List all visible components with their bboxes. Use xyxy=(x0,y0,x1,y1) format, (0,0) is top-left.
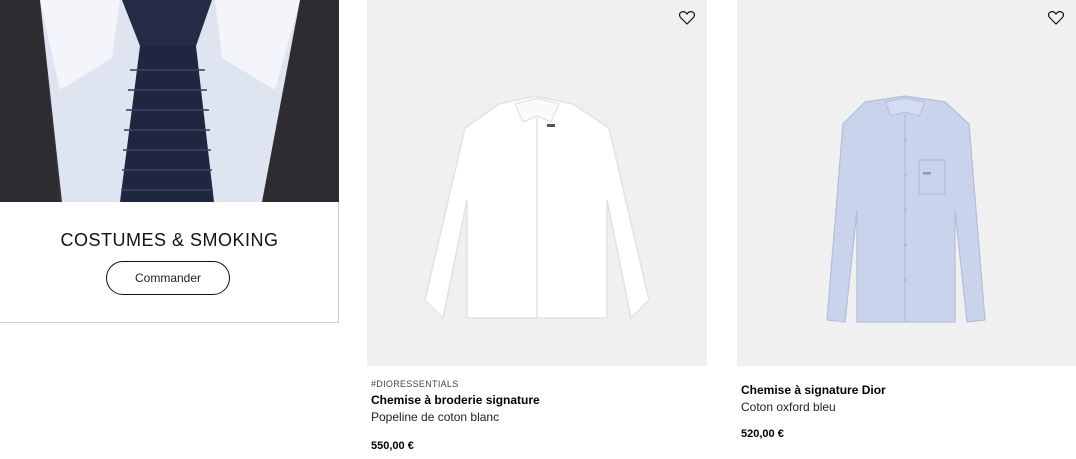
product-price: 550,00 € xyxy=(371,440,414,452)
promo-card: COSTUMES & SMOKING Commander xyxy=(0,0,339,323)
product-image[interactable] xyxy=(367,0,707,366)
product-info: Chemise à signature Dior Coton oxford bl… xyxy=(741,380,1071,440)
product-name[interactable]: Chemise à signature Dior xyxy=(741,382,1071,398)
product-description: Coton oxford bleu xyxy=(741,400,836,414)
product-card[interactable]: #DIORESSENTIALS Chemise à broderie signa… xyxy=(367,0,707,452)
order-button[interactable]: Commander xyxy=(106,261,230,295)
product-card[interactable]: Chemise à signature Dior Coton oxford bl… xyxy=(737,0,1076,440)
product-info: #DIORESSENTIALS Chemise à broderie signa… xyxy=(371,378,701,452)
promo-title: COSTUMES & SMOKING xyxy=(60,230,279,250)
heart-outline-icon xyxy=(679,11,695,25)
product-price: 520,00 € xyxy=(741,428,784,440)
favorite-button[interactable] xyxy=(677,8,697,28)
suit-tie-illustration xyxy=(0,0,339,202)
blue-shirt-image xyxy=(826,95,986,323)
product-tag: #DIORESSENTIALS xyxy=(371,379,459,389)
heart-outline-icon xyxy=(1048,11,1064,25)
product-description: Popeline de coton blanc xyxy=(371,410,500,424)
suit-tie-photo xyxy=(0,0,339,202)
product-image[interactable] xyxy=(737,0,1076,366)
favorite-button[interactable] xyxy=(1046,8,1066,28)
product-name[interactable]: Chemise à broderie signature xyxy=(371,392,701,408)
white-shirt-image xyxy=(424,95,650,320)
